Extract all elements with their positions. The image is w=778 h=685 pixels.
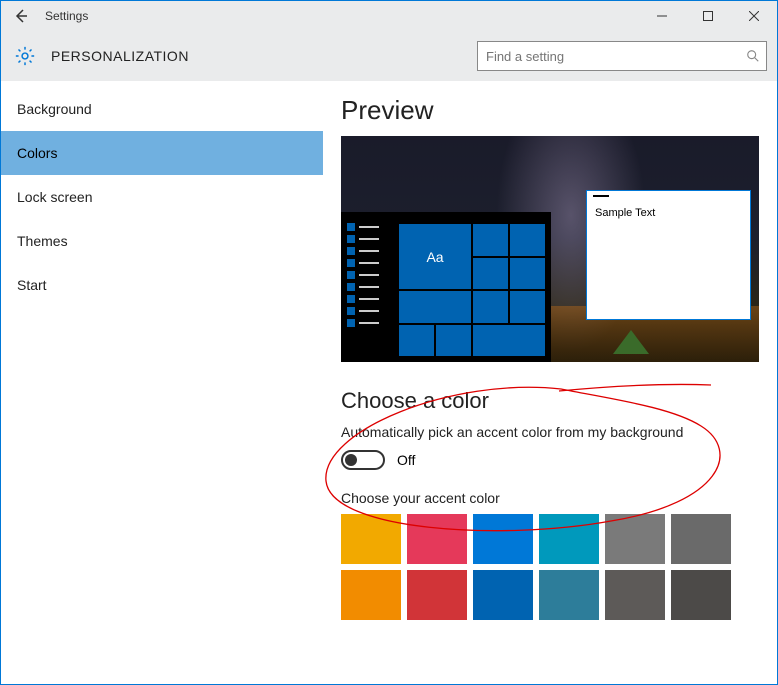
sidebar-item-start[interactable]: Start <box>1 263 323 307</box>
content-area: Preview Aa Sample Te <box>323 81 777 684</box>
auto-pick-label: Automatically pick an accent color from … <box>341 424 759 440</box>
accent-swatch[interactable] <box>671 514 731 564</box>
minimize-icon <box>657 11 667 21</box>
sample-window-preview: Sample Text <box>586 190 751 320</box>
close-button[interactable] <box>731 1 777 31</box>
accent-swatch[interactable] <box>539 570 599 620</box>
toggle-switch[interactable] <box>341 450 385 470</box>
page-category-title: PERSONALIZATION <box>51 48 477 64</box>
accent-swatch[interactable] <box>473 514 533 564</box>
auto-pick-toggle[interactable]: Off <box>341 450 759 470</box>
search-input[interactable] <box>486 49 746 64</box>
accent-swatch[interactable] <box>605 570 665 620</box>
accent-color-label: Choose your accent color <box>341 490 759 506</box>
sidebar-item-lock-screen[interactable]: Lock screen <box>1 175 323 219</box>
window-title: Settings <box>41 9 88 23</box>
accent-swatch[interactable] <box>539 514 599 564</box>
accent-swatch[interactable] <box>341 570 401 620</box>
sidebar-item-themes[interactable]: Themes <box>1 219 323 263</box>
accent-color-grid <box>341 514 759 620</box>
maximize-button[interactable] <box>685 1 731 31</box>
search-icon <box>746 49 760 63</box>
start-menu-preview: Aa <box>341 212 551 362</box>
accent-swatch[interactable] <box>473 570 533 620</box>
minimize-button[interactable] <box>639 1 685 31</box>
sidebar-item-background[interactable]: Background <box>1 87 323 131</box>
accent-swatch[interactable] <box>671 570 731 620</box>
preview-heading: Preview <box>341 95 759 126</box>
sidebar-item-colors[interactable]: Colors <box>1 131 323 175</box>
settings-gear-icon <box>13 44 37 68</box>
preview-tile-aa: Aa <box>399 224 471 289</box>
accent-swatch[interactable] <box>341 514 401 564</box>
back-button[interactable] <box>1 8 41 24</box>
choose-color-heading: Choose a color <box>341 388 759 414</box>
accent-swatch[interactable] <box>605 514 665 564</box>
accent-swatch[interactable] <box>407 570 467 620</box>
preview-image: Aa Sample Text <box>341 136 759 362</box>
maximize-icon <box>703 11 713 21</box>
close-icon <box>749 11 759 21</box>
arrow-left-icon <box>13 8 29 24</box>
sidebar: BackgroundColorsLock screenThemesStart <box>1 81 323 684</box>
sample-window-text: Sample Text <box>587 201 750 225</box>
toggle-state-label: Off <box>397 452 415 468</box>
search-box[interactable] <box>477 41 767 71</box>
accent-swatch[interactable] <box>407 514 467 564</box>
